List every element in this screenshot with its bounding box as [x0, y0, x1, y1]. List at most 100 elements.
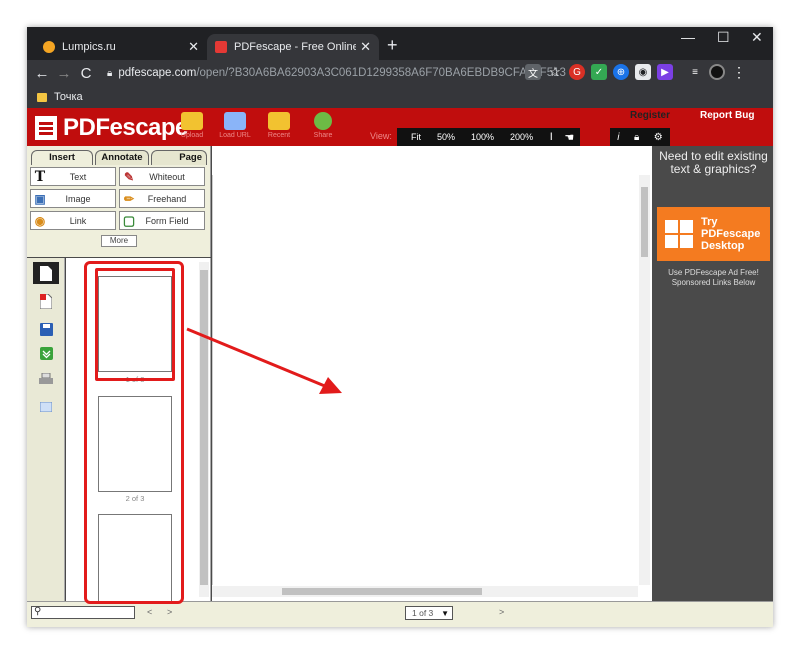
info-icon[interactable]: i [617, 132, 619, 143]
try-line-1: Try [701, 216, 718, 228]
thumbnails-scrollbar[interactable] [199, 262, 209, 597]
link-tool-button[interactable]: ◉ Link [30, 211, 116, 230]
pdf-page-canvas[interactable] [212, 175, 638, 585]
image-tool-icon: ▣ [34, 191, 46, 206]
page-select[interactable]: 1 of 3 ▼ [405, 606, 453, 620]
tab-insert[interactable]: Insert [31, 150, 93, 165]
bookmarks-bar: Точка [27, 86, 773, 108]
whiteout-tool-label: Whiteout [149, 171, 185, 182]
forward-button[interactable]: → [53, 65, 75, 82]
document-horizontal-scrollbar[interactable] [212, 586, 638, 597]
document-vertical-scrollbar[interactable] [639, 175, 650, 585]
register-link[interactable]: Register [630, 110, 670, 121]
bookmark-tochka[interactable]: Точка [54, 91, 83, 103]
zoom-100[interactable]: 100% [471, 132, 494, 142]
save-icon[interactable] [33, 318, 59, 340]
try-line-2: PDFescape [701, 228, 761, 240]
profile-avatar[interactable] [709, 64, 725, 80]
reading-list-icon[interactable]: ≡ [687, 64, 703, 80]
next-page-button[interactable]: > [499, 607, 504, 617]
share-people-icon [314, 112, 332, 130]
chevron-down-icon: ▼ [441, 608, 449, 618]
text-tool-icon: T [34, 168, 46, 185]
more-button[interactable]: More [101, 235, 137, 247]
menu-button[interactable]: ⋮ [731, 64, 747, 80]
star-icon[interactable]: ☆ [547, 64, 563, 80]
recent-button[interactable]: Recent [259, 112, 299, 139]
ghost-extension-icon[interactable]: ◉ [635, 64, 651, 80]
extension-icons: 文 ☆ G ✓ ⊕ ◉ ▶ ≡ ⋮ [525, 64, 747, 80]
search-next-button[interactable]: > [167, 607, 172, 617]
tab-lumpics[interactable]: Lumpics.ru ✕ [35, 34, 207, 60]
thumbnails-scrollbar-thumb[interactable] [200, 270, 208, 585]
ad-free-text: Use PDFescape Ad Free! Sponsored Links B… [654, 268, 773, 288]
purple-extension-icon[interactable]: ▶ [657, 64, 673, 80]
load-url-button[interactable]: Load URL [215, 112, 255, 139]
cursor-tools: I ☚ [544, 128, 580, 146]
lock-icon: 🔒︎ [107, 67, 113, 79]
recent-clock-icon [268, 112, 290, 130]
try-desktop-button[interactable]: Try PDFescape Desktop [657, 207, 770, 261]
upload-label: Upload [180, 132, 204, 139]
new-tab-button[interactable]: + [387, 35, 398, 56]
reload-button[interactable]: C [75, 65, 97, 82]
recent-label: Recent [267, 132, 291, 139]
search-prev-button[interactable]: < [147, 607, 152, 617]
tab-annotate[interactable]: Annotate [95, 150, 149, 165]
page-thumbnails-icon[interactable] [33, 262, 59, 284]
image-tool-label: Image [65, 193, 91, 204]
browser-window: Lumpics.ru ✕ PDFescape - Free Online PDF… [27, 27, 773, 627]
report-bug-link[interactable]: Report Bug [700, 110, 754, 121]
ad-free-link[interactable]: Use PDFescape Ad Free! [654, 268, 773, 278]
zoom-fit[interactable]: Fit [411, 132, 421, 142]
first-page-highlight-box [95, 268, 175, 381]
vpn-extension-icon[interactable]: ⊕ [613, 64, 629, 80]
hand-cursor-icon[interactable]: ☚ [564, 131, 574, 144]
share-button[interactable]: Share [303, 112, 343, 139]
page-select-value: 1 of 3 [412, 608, 434, 618]
download-icon[interactable] [33, 342, 59, 364]
whiteout-tool-button[interactable]: ✎ Whiteout [119, 167, 205, 186]
sidebar-icons [27, 258, 65, 601]
lumpics-favicon-icon [43, 41, 55, 53]
view-label: View: [370, 131, 392, 141]
browser-toolbar: ← → C 🔒︎ pdfescape.com /open/?B30A6BA629… [27, 60, 773, 86]
close-window-button[interactable]: ✕ [751, 29, 763, 46]
freehand-tool-button[interactable]: ✏ Freehand [119, 189, 205, 208]
tab-pdfescape[interactable]: PDFescape - Free Online PDF Edi ✕ [207, 34, 379, 60]
link-tool-label: Link [69, 215, 87, 226]
bookmarks-page-icon[interactable] [33, 290, 59, 312]
zoom-50[interactable]: 50% [437, 132, 455, 142]
search-icon: ⚲ [34, 606, 42, 617]
form-field-tool-button[interactable]: ▢ Form Field [119, 211, 205, 230]
gear-icon[interactable]: ⚙ [654, 132, 663, 143]
horizontal-scrollbar-thumb[interactable] [282, 588, 482, 595]
upload-button[interactable]: Upload [172, 112, 212, 139]
lock-tool-icon[interactable]: 🔒︎ [634, 132, 639, 143]
vertical-scrollbar-thumb[interactable] [641, 187, 648, 257]
pdfescape-logo[interactable]: PDFescape [35, 114, 188, 142]
image-tool-button[interactable]: ▣ Image [30, 189, 116, 208]
window-icon[interactable] [33, 396, 59, 418]
text-cursor-icon[interactable]: I [550, 131, 553, 143]
url-host: pdfescape.com [118, 67, 197, 79]
address-bar[interactable]: 🔒︎ pdfescape.com /open/?B30A6BA62903A3C0… [107, 60, 566, 86]
extension-red-icon[interactable]: G [569, 64, 585, 80]
zoom-200[interactable]: 200% [510, 132, 533, 142]
close-tab-icon[interactable]: ✕ [188, 39, 199, 55]
translate-icon[interactable]: 文 [525, 64, 541, 80]
pdfescape-favicon-icon [215, 41, 227, 53]
load-url-folder-icon [224, 112, 246, 130]
close-tab-icon[interactable]: ✕ [360, 39, 371, 55]
back-button[interactable]: ← [31, 65, 53, 82]
insert-tools-grid: T Text ✎ Whiteout ▣ Image ✏ Freehand ◉ L… [30, 167, 205, 230]
print-icon[interactable] [33, 368, 59, 390]
freehand-tool-label: Freehand [147, 193, 187, 204]
tab-page[interactable]: Page [151, 150, 207, 165]
minimize-button[interactable]: — [681, 29, 695, 45]
folder-icon [37, 92, 47, 102]
search-input[interactable]: ⚲ [31, 606, 135, 619]
check-extension-icon[interactable]: ✓ [591, 64, 607, 80]
maximize-button[interactable]: ☐ [717, 29, 730, 46]
text-tool-button[interactable]: T Text [30, 167, 116, 186]
